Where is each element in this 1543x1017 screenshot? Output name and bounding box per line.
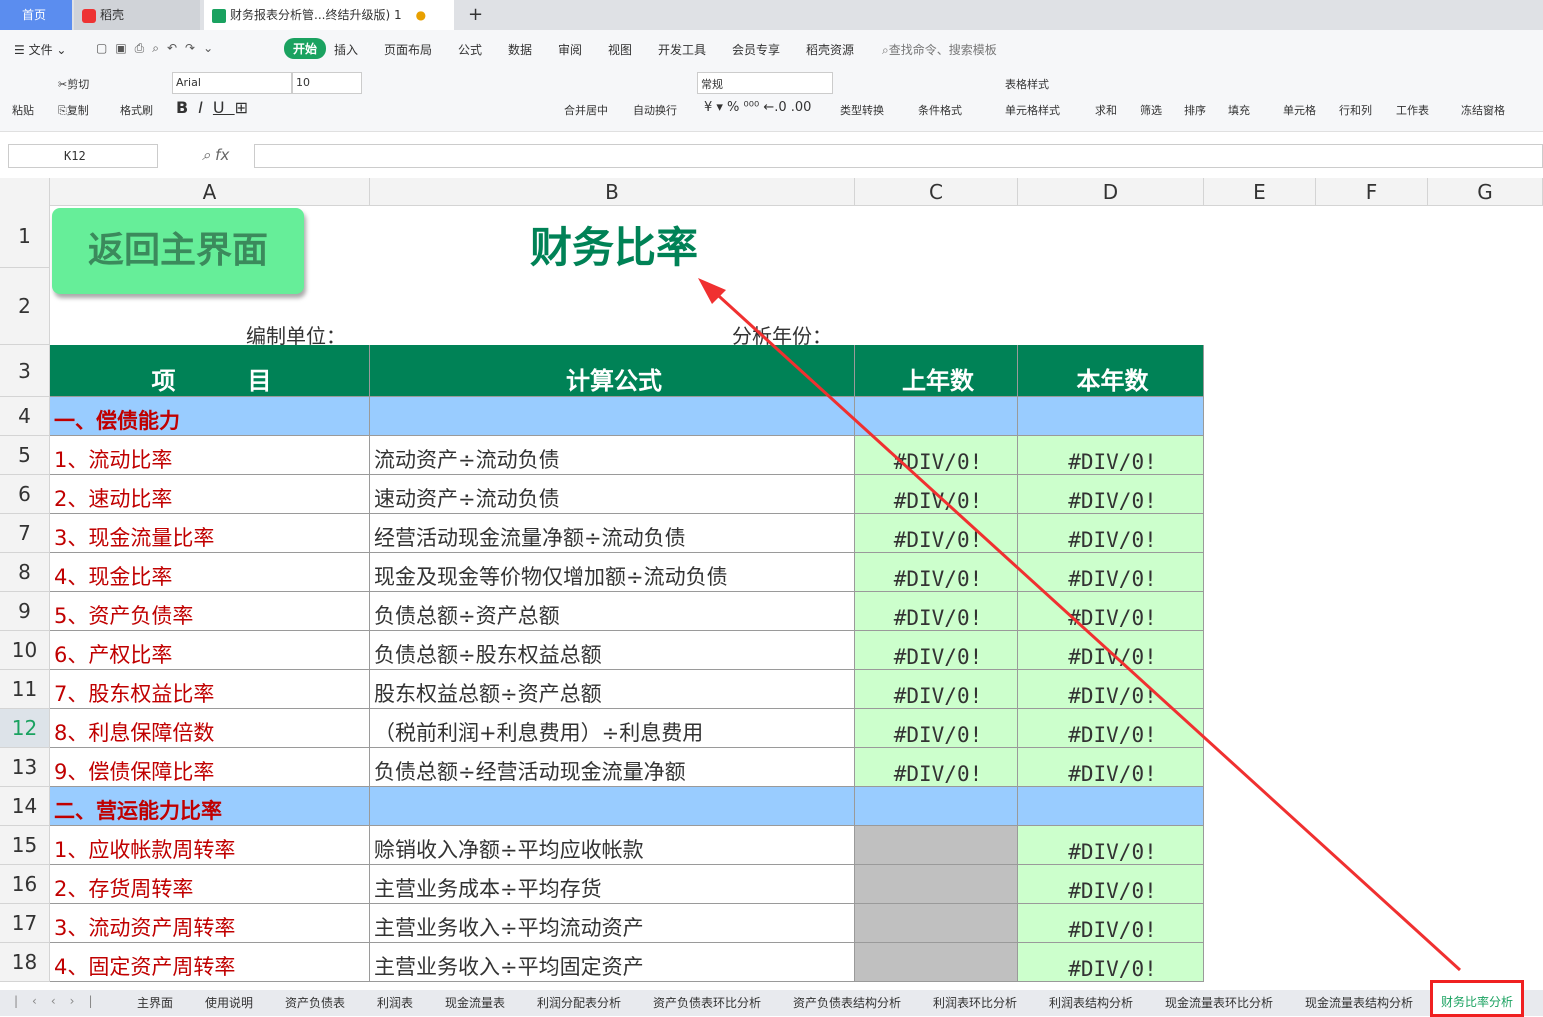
sheet-tab[interactable]: 资产负债表环比分析	[653, 994, 761, 1011]
arrow-line	[708, 286, 1462, 972]
sheet-tab-bar: |‹‹›| 主界面 使用说明 资产负债表 利润表 现金流量表 利润分配表分析 资产负债表环比…	[0, 980, 1543, 1017]
sheet-tab[interactable]: 资产负债表结构分析	[793, 994, 901, 1011]
sheet-tab[interactable]: 资产负债表	[285, 994, 345, 1011]
sheet-nav-buttons[interactable]: |‹‹›|	[14, 994, 106, 1008]
sheet-tab[interactable]: 主界面	[137, 994, 173, 1011]
sheet-tab[interactable]: 现金流量表环比分析	[1165, 994, 1273, 1011]
sheet-tab[interactable]: 现金流量表	[445, 994, 505, 1011]
sheet-tab[interactable]: 利润表环比分析	[933, 994, 1017, 1011]
annotation-arrow	[698, 278, 1462, 972]
sheet-tab[interactable]: 财务比率分析	[1430, 980, 1525, 1017]
sheet-tab[interactable]: 现金流量表结构分析	[1305, 994, 1413, 1011]
sheet-tab[interactable]: 利润表结构分析	[1049, 994, 1133, 1011]
sheet-tab[interactable]: 利润分配表分析	[537, 994, 621, 1011]
sheet-tab[interactable]: 利润表	[377, 994, 413, 1011]
sheet-tab[interactable]: 使用说明	[205, 994, 253, 1011]
